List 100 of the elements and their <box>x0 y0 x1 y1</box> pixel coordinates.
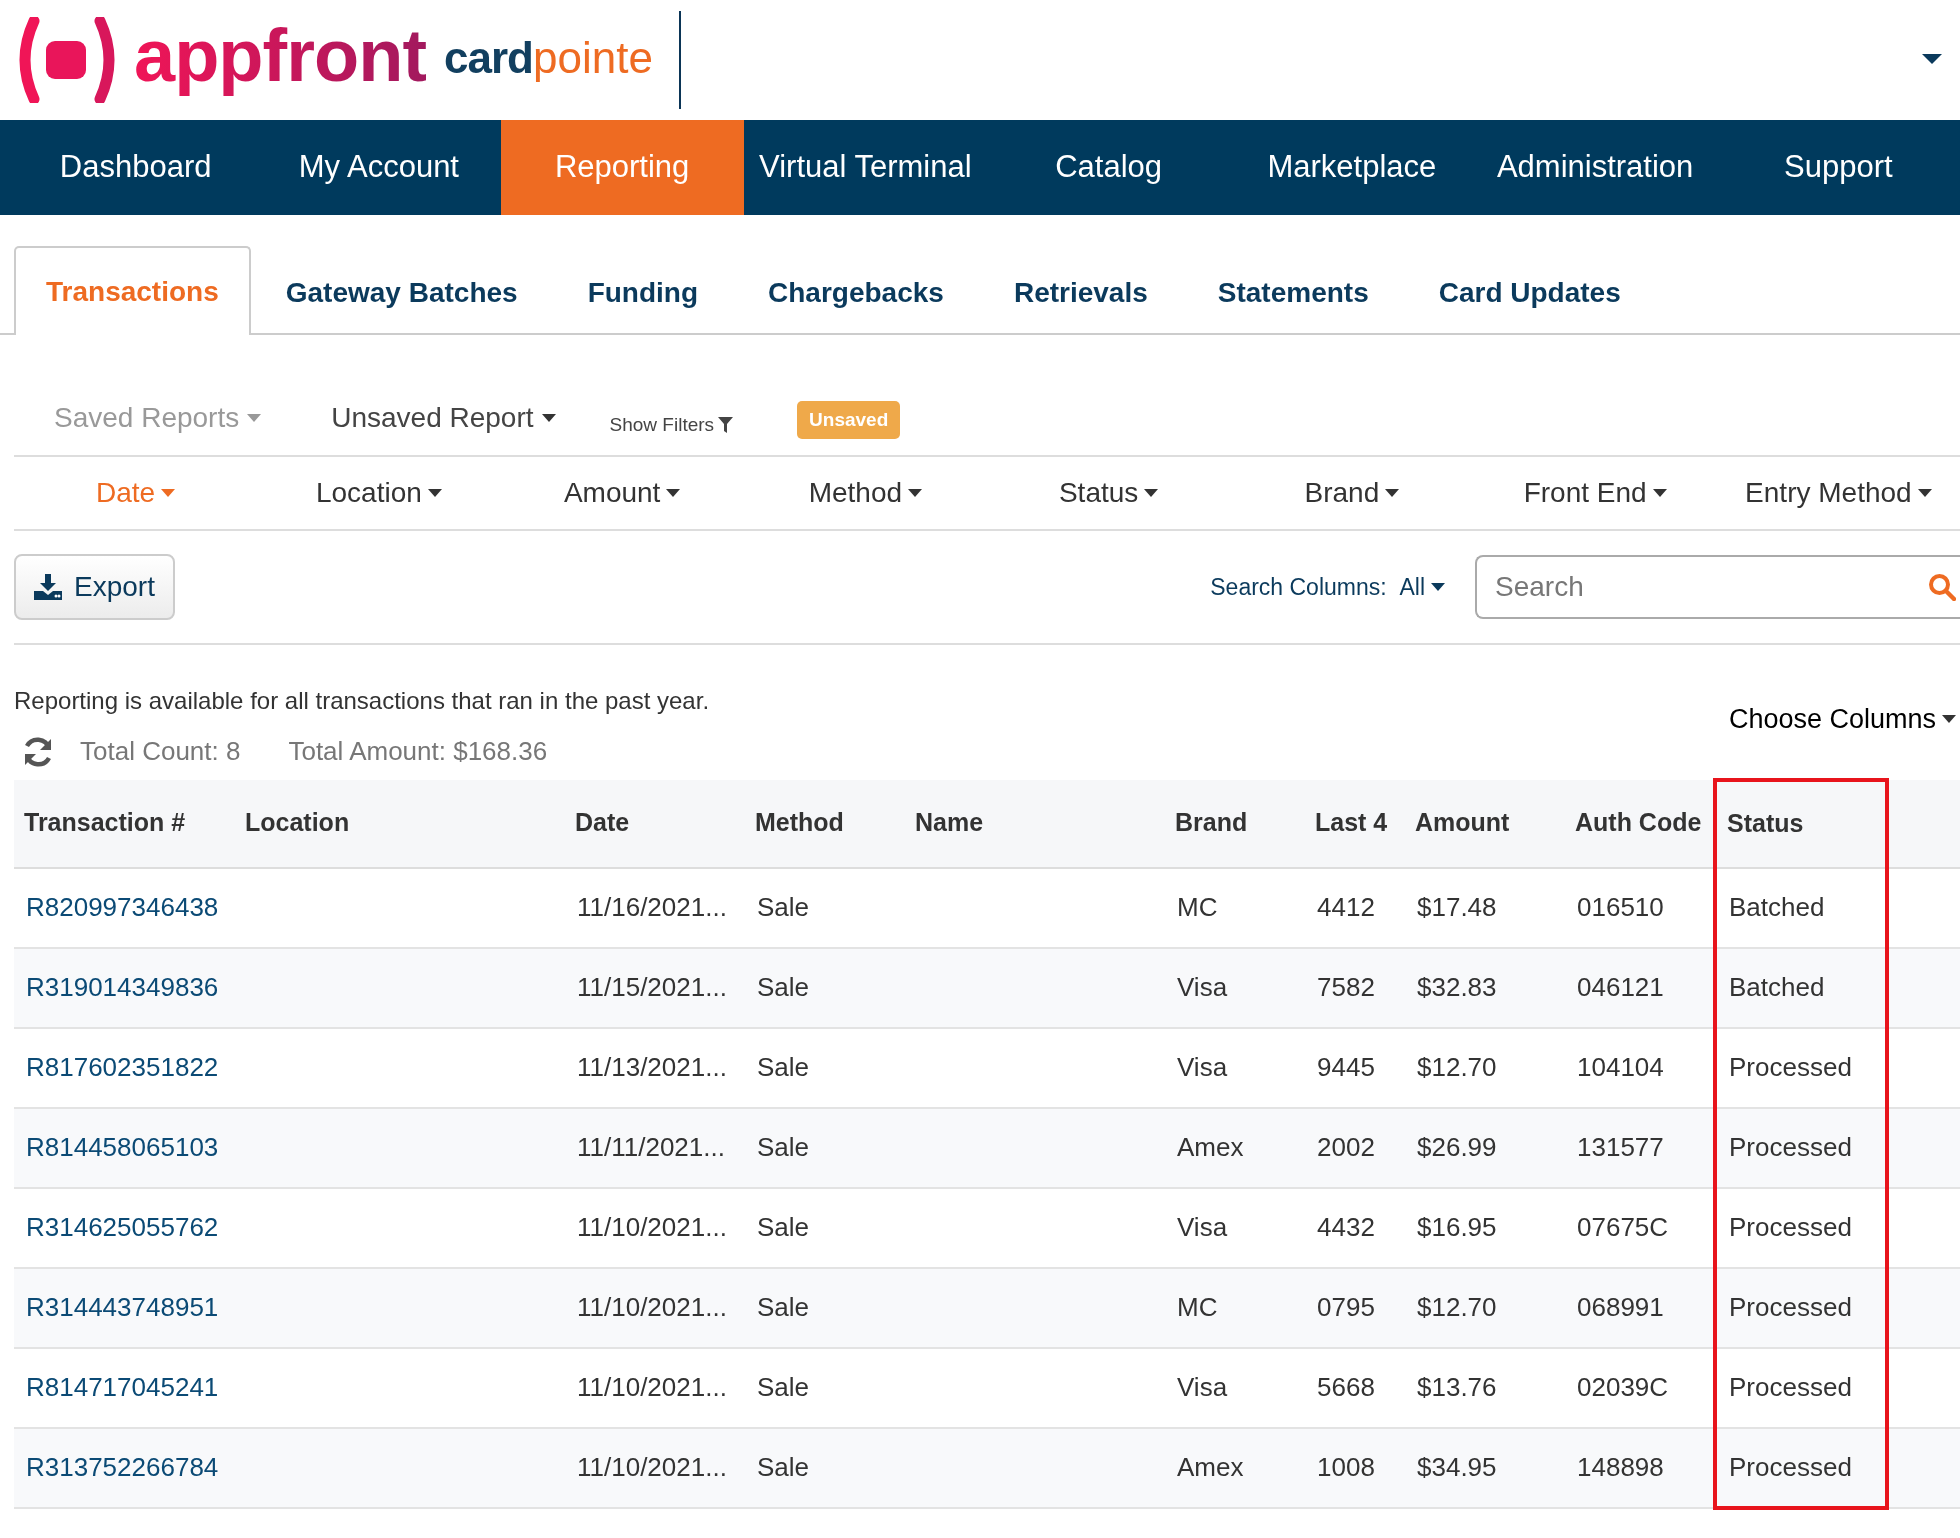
column-header[interactable]: Location <box>235 779 565 868</box>
table-cell: $12.70 <box>1405 1267 1565 1348</box>
nav-item[interactable]: My Account <box>257 120 501 215</box>
filter-dropdown[interactable]: Entry Method <box>1716 457 1960 529</box>
filter-dropdown[interactable]: Status <box>987 457 1231 529</box>
nav-item[interactable]: Dashboard <box>14 120 258 215</box>
table-cell: Sale <box>745 1027 905 1108</box>
table-cell: 11/10/2021... <box>565 1267 745 1348</box>
table-cell: 131577 <box>1565 1107 1715 1188</box>
tab[interactable]: Statements <box>1182 248 1404 335</box>
table-cell: 11/13/2021... <box>565 1027 745 1108</box>
table-cell: $12.70 <box>1405 1027 1565 1108</box>
table-cell: Amex <box>1165 1427 1305 1508</box>
transaction-link[interactable]: R314625055762 <box>26 1212 219 1242</box>
notice-text: Reporting is available for all transactions that ran in the past year. <box>14 686 710 716</box>
search-icon[interactable] <box>1928 573 1956 601</box>
nav-item[interactable]: Marketplace <box>1230 120 1474 215</box>
caret-icon <box>666 489 681 497</box>
download-icon <box>34 574 62 600</box>
show-filters-button[interactable]: Show Filters <box>609 410 734 439</box>
table-cell: $32.83 <box>1405 947 1565 1028</box>
table-cell: Processed <box>1715 1427 1887 1508</box>
table-cell: 5668 <box>1305 1347 1405 1428</box>
table-cell: 11/10/2021... <box>565 1347 745 1428</box>
column-header[interactable]: Transaction # <box>14 779 235 868</box>
account-menu-caret-icon[interactable] <box>1922 54 1942 64</box>
table-cell: Visa <box>1165 947 1305 1028</box>
table-cell: Processed <box>1715 1107 1887 1188</box>
table-cell: 016510 <box>1565 867 1715 948</box>
table-cell: 11/10/2021... <box>565 1187 745 1268</box>
table-cell: 11/15/2021... <box>565 947 745 1028</box>
filter-dropdown[interactable]: Location <box>257 457 501 529</box>
export-button[interactable]: Export <box>14 554 175 620</box>
table-cell: Sale <box>745 947 905 1028</box>
column-header[interactable]: Amount <box>1405 779 1565 868</box>
product-logo: cardpointe <box>444 36 653 84</box>
table-cell: 4432 <box>1305 1187 1405 1268</box>
filter-dropdown[interactable]: Brand <box>1230 457 1474 529</box>
report-dropdown[interactable]: Unsaved Report <box>331 397 556 439</box>
total-amount: Total Amount: $168.36 <box>288 735 548 768</box>
table-cell: Sale <box>745 1187 905 1268</box>
tab[interactable]: Chargebacks <box>733 248 979 335</box>
search-field[interactable]: Search <box>1475 555 1960 619</box>
table-cell: Visa <box>1165 1027 1305 1108</box>
table-cell: 11/16/2021... <box>565 867 745 948</box>
table-cell: $16.95 <box>1405 1187 1565 1268</box>
table-cell: $17.48 <box>1405 867 1565 948</box>
choose-columns-dropdown[interactable]: Choose Columns <box>1728 699 1956 740</box>
table-cell: $34.95 <box>1405 1427 1565 1508</box>
total-count: Total Count: 8 <box>80 735 241 768</box>
caret-icon <box>161 489 176 497</box>
table-cell: 11/10/2021... <box>565 1427 745 1508</box>
table-cell: Batched <box>1715 947 1887 1028</box>
table-cell: MC <box>1165 1267 1305 1348</box>
table-cell: MC <box>1165 867 1305 948</box>
table-cell: 07675C <box>1565 1187 1715 1268</box>
column-header[interactable]: Status <box>1715 779 1887 868</box>
table-cell: 2002 <box>1305 1107 1405 1188</box>
caret-icon <box>1942 715 1956 724</box>
table-cell: 02039C <box>1565 1347 1715 1428</box>
tab[interactable]: Card Updates <box>1403 248 1656 335</box>
transaction-link[interactable]: R817602351822 <box>26 1052 219 1082</box>
refresh-icon[interactable] <box>22 736 54 767</box>
table-cell: Amex <box>1165 1107 1305 1188</box>
filter-dropdown[interactable]: Amount <box>500 457 744 529</box>
nav-item[interactable]: Catalog <box>987 120 1231 215</box>
filter-dropdown[interactable]: Method <box>743 457 987 529</box>
table-cell: 9445 <box>1305 1027 1405 1108</box>
filter-dropdown[interactable]: Front End <box>1473 457 1717 529</box>
caret-icon <box>1144 489 1159 497</box>
table-cell: Processed <box>1715 1267 1887 1348</box>
tab[interactable]: Retrievals <box>978 248 1183 335</box>
caret-icon <box>1385 489 1400 497</box>
column-header[interactable]: Date <box>565 779 745 868</box>
tab[interactable]: Gateway Batches <box>250 248 553 335</box>
search-columns-dropdown[interactable]: Search Columns: All <box>1204 568 1451 606</box>
transaction-link[interactable]: R820997346438 <box>26 892 219 922</box>
table-cell: Sale <box>745 1427 905 1508</box>
transaction-link[interactable]: R814717045241 <box>26 1372 219 1402</box>
column-header[interactable]: Brand <box>1165 779 1305 868</box>
column-header[interactable]: Auth Code <box>1565 779 1715 868</box>
table-cell: 068991 <box>1565 1267 1715 1348</box>
nav-item[interactable]: Virtual Terminal <box>743 120 987 215</box>
table-cell: Sale <box>745 867 905 948</box>
column-header[interactable]: Last 4 <box>1305 779 1405 868</box>
filter-icon <box>718 416 734 433</box>
table-cell: 7582 <box>1305 947 1405 1028</box>
caret-icon <box>541 414 556 422</box>
table-cell: 148898 <box>1565 1427 1715 1508</box>
nav-item[interactable]: Administration <box>1473 120 1717 215</box>
caret-icon <box>1431 583 1445 591</box>
table-cell: 046121 <box>1565 947 1715 1028</box>
caret-icon <box>1917 489 1932 497</box>
table-cell: 0795 <box>1305 1267 1405 1348</box>
tab[interactable]: Funding <box>552 248 734 335</box>
status-badge: Unsaved <box>797 400 901 439</box>
table-cell: 104104 <box>1565 1027 1715 1108</box>
column-header[interactable]: Name <box>905 779 1165 868</box>
nav-item[interactable]: Support <box>1716 120 1960 215</box>
column-header[interactable]: Method <box>745 779 905 868</box>
